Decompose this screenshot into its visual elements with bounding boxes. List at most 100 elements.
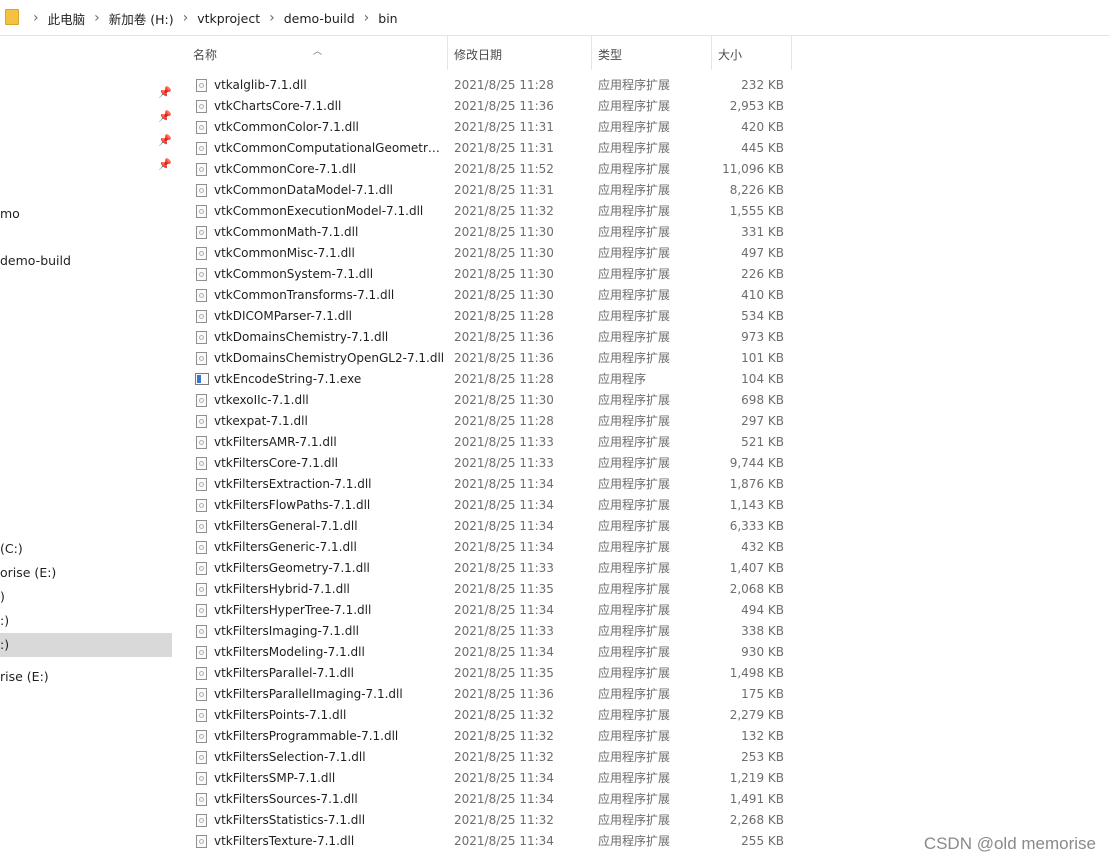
nav-item[interactable]: ) <box>0 585 172 609</box>
file-row[interactable]: vtkFiltersSMP-7.1.dll 2021/8/25 11:34 应用程序… <box>175 768 795 789</box>
file-row[interactable]: vtkFiltersModeling-7.1.dll 2021/8/25 11:3… <box>175 642 795 663</box>
chevron-right-icon[interactable]: › <box>33 10 39 26</box>
chevron-right-icon[interactable]: › <box>364 10 370 26</box>
nav-item[interactable]: demo-build <box>0 249 172 273</box>
file-size: 2,953 KB <box>729 99 784 113</box>
column-header: ︿ 名称 修改日期 类型 大小 <box>175 36 1110 74</box>
nav-item[interactable]: :) <box>0 609 172 633</box>
navigation-pane[interactable]: 📌 📌 📌 📌 mo demo-build (C:) orise (E:)):):) r… <box>0 36 172 862</box>
pin-icon[interactable]: 📌 <box>158 134 172 148</box>
file-row[interactable]: vtkCommonColor-7.1.dll 2021/8/25 11:31 应用程… <box>175 117 795 138</box>
file-date: 2021/8/25 11:34 <box>454 645 554 659</box>
dll-file-icon <box>196 121 207 134</box>
file-row[interactable]: vtkDomainsChemistryOpenGL2-7.1.dll 2021/8… <box>175 348 795 369</box>
file-row[interactable]: vtkFiltersGeometry-7.1.dll 2021/8/25 11:3… <box>175 558 795 579</box>
pin-icon[interactable]: 📌 <box>158 110 172 124</box>
file-row[interactable]: vtkFiltersHybrid-7.1.dll 2021/8/25 11:35 应… <box>175 579 795 600</box>
file-row[interactable]: vtkexoIIc-7.1.dll 2021/8/25 11:30 应用程序扩展 69… <box>175 390 795 411</box>
file-row[interactable]: vtkCommonTransforms-7.1.dll 2021/8/25 11:… <box>175 285 795 306</box>
file-name: vtkFiltersParallel-7.1.dll <box>214 666 354 680</box>
file-row[interactable]: vtkDICOMParser-7.1.dll 2021/8/25 11:28 应用程… <box>175 306 795 327</box>
file-name: vtkFiltersCore-7.1.dll <box>214 456 339 470</box>
dll-file-icon <box>196 226 207 239</box>
dll-file-icon <box>196 667 207 680</box>
nav-item[interactable]: (C:) <box>0 537 172 561</box>
dll-file-icon <box>196 730 207 743</box>
address-bar[interactable]: › 此电脑 › 新加卷 (H:) › vtkproject › demo-bui… <box>0 0 1110 36</box>
file-row[interactable]: vtkFiltersParallel-7.1.dll 2021/8/25 11:3… <box>175 663 795 684</box>
file-row[interactable]: vtkFiltersAMR-7.1.dll 2021/8/25 11:33 应用程序… <box>175 432 795 453</box>
breadcrumb-item-demo-build[interactable]: demo-build <box>284 11 355 26</box>
file-name: vtkDomainsChemistryOpenGL2-7.1.dll <box>214 351 445 365</box>
column-header-size[interactable]: 大小 <box>712 36 792 70</box>
dll-file-icon <box>196 310 207 323</box>
breadcrumb-item-vtkproject[interactable]: vtkproject <box>197 11 260 26</box>
breadcrumb-item-bin[interactable]: bin <box>378 11 397 26</box>
file-row[interactable]: vtkFiltersImaging-7.1.dll 2021/8/25 11:33… <box>175 621 795 642</box>
breadcrumb-item-volume-h[interactable]: 新加卷 (H:) <box>109 9 174 28</box>
file-date: 2021/8/25 11:31 <box>454 120 554 134</box>
column-header-type[interactable]: 类型 <box>592 36 712 70</box>
file-row[interactable]: vtkFiltersParallelImaging-7.1.dll 2021/8/… <box>175 684 795 705</box>
file-type: 应用程序扩展 <box>598 435 671 449</box>
nav-item[interactable]: orise (E:) <box>0 561 172 585</box>
column-header-name[interactable]: ︿ 名称 <box>175 36 448 70</box>
nav-item[interactable]: rise (E:) <box>0 665 172 689</box>
file-name: vtkDomainsChemistry-7.1.dll <box>214 330 389 344</box>
file-row[interactable]: vtkFiltersFlowPaths-7.1.dll 2021/8/25 11:… <box>175 495 795 516</box>
chevron-right-icon[interactable]: › <box>94 10 100 26</box>
file-size: 8,226 KB <box>729 183 784 197</box>
file-type: 应用程序扩展 <box>598 771 671 785</box>
file-row[interactable]: vtkCommonExecutionModel-7.1.dll 2021/8/25… <box>175 201 795 222</box>
file-type: 应用程序扩展 <box>598 183 671 197</box>
file-row[interactable]: vtkCommonMisc-7.1.dll 2021/8/25 11:30 应用程序… <box>175 243 795 264</box>
file-row[interactable]: vtkEncodeString-7.1.exe 2021/8/25 11:28 应用… <box>175 369 795 390</box>
file-name: vtkDICOMParser-7.1.dll <box>214 309 353 323</box>
file-row[interactable]: vtkFiltersGeneral-7.1.dll 2021/8/25 11:34… <box>175 516 795 537</box>
file-row[interactable]: vtkChartsCore-7.1.dll 2021/8/25 11:36 应用程序… <box>175 96 795 117</box>
dll-file-icon <box>196 646 207 659</box>
file-row[interactable]: vtkexpat-7.1.dll 2021/8/25 11:28 应用程序扩展 297… <box>175 411 795 432</box>
file-list[interactable]: vtkalglib-7.1.dll 2021/8/25 11:28 应用程序扩展 23… <box>175 74 1110 862</box>
file-name: vtkEncodeString-7.1.exe <box>214 372 362 386</box>
file-row[interactable]: vtkFiltersCore-7.1.dll 2021/8/25 11:33 应用程… <box>175 453 795 474</box>
pin-icon[interactable]: 📌 <box>158 86 172 100</box>
file-date: 2021/8/25 11:30 <box>454 225 554 239</box>
file-row[interactable]: vtkFiltersExtraction-7.1.dll 2021/8/25 11… <box>175 474 795 495</box>
file-name: vtkCommonComputationalGeometry-... <box>214 141 446 155</box>
file-row[interactable]: vtkCommonDataModel-7.1.dll 2021/8/25 11:3… <box>175 180 795 201</box>
file-row[interactable]: vtkFiltersStatistics-7.1.dll 2021/8/25 11… <box>175 810 795 831</box>
file-row[interactable]: vtkFiltersPoints-7.1.dll 2021/8/25 11:32 应… <box>175 705 795 726</box>
file-type: 应用程序扩展 <box>598 141 671 155</box>
column-header-date[interactable]: 修改日期 <box>448 36 592 70</box>
breadcrumb-item-this-pc[interactable]: 此电脑 <box>48 9 86 28</box>
dll-file-icon <box>196 688 207 701</box>
file-date: 2021/8/25 11:34 <box>454 834 554 848</box>
file-row[interactable]: vtkFiltersProgrammable-7.1.dll 2021/8/25 … <box>175 726 795 747</box>
file-date: 2021/8/25 11:30 <box>454 288 554 302</box>
file-row[interactable]: vtkCommonSystem-7.1.dll 2021/8/25 11:30 应用… <box>175 264 795 285</box>
file-row[interactable]: vtkFiltersGeneric-7.1.dll 2021/8/25 11:34… <box>175 537 795 558</box>
file-row[interactable]: vtkCommonComputationalGeometry-... 2021/8… <box>175 138 795 159</box>
nav-item[interactable]: mo <box>0 202 172 226</box>
nav-item[interactable]: :) <box>0 633 172 657</box>
breadcrumb: › 此电脑 › 新加卷 (H:) › vtkproject › demo-bui… <box>24 0 398 36</box>
file-date: 2021/8/25 11:34 <box>454 771 554 785</box>
file-row[interactable]: vtkFiltersSources-7.1.dll 2021/8/25 11:34… <box>175 789 795 810</box>
file-row[interactable]: vtkCommonCore-7.1.dll 2021/8/25 11:52 应用程序… <box>175 159 795 180</box>
file-row[interactable]: vtkDomainsChemistry-7.1.dll 2021/8/25 11:… <box>175 327 795 348</box>
pin-icon[interactable]: 📌 <box>158 158 172 172</box>
file-row[interactable]: vtkalglib-7.1.dll 2021/8/25 11:28 应用程序扩展 23… <box>175 75 795 96</box>
file-row[interactable]: vtkFiltersSelection-7.1.dll 2021/8/25 11:… <box>175 747 795 768</box>
file-size: 432 KB <box>741 540 784 554</box>
file-row[interactable]: vtkCommonMath-7.1.dll 2021/8/25 11:30 应用程序… <box>175 222 795 243</box>
file-row[interactable]: vtkFiltersTexture-7.1.dll 2021/8/25 11:34… <box>175 831 795 852</box>
file-name: vtkFiltersStatistics-7.1.dll <box>214 813 366 827</box>
file-row[interactable]: vtkFiltersHyperTree-7.1.dll 2021/8/25 11:… <box>175 600 795 621</box>
chevron-right-icon[interactable]: › <box>269 10 275 26</box>
chevron-right-icon[interactable]: › <box>183 10 189 26</box>
file-size: 11,096 KB <box>722 162 784 176</box>
file-date: 2021/8/25 11:34 <box>454 792 554 806</box>
file-type: 应用程序扩展 <box>598 309 671 323</box>
file-size: 232 KB <box>741 78 784 92</box>
